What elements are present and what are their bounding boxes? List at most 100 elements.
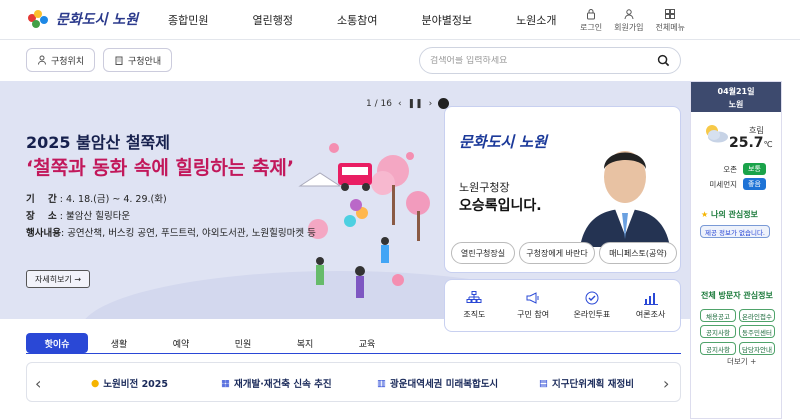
cloudy-weather-icon xyxy=(706,125,728,143)
signup-button[interactable]: 회원가입 xyxy=(614,8,644,33)
mayor-photo xyxy=(570,117,680,247)
site-header: 문화도시 노원 종합민원 열린행정 소통참여 분야별정보 노원소개 로그인 회원… xyxy=(0,0,800,40)
hero-pager: 1 / 16 ‹ ❚❚ › xyxy=(366,98,450,109)
search-input[interactable] xyxy=(430,55,657,66)
issue-redevelopment-label: 재개발·재건축 신속 추진 xyxy=(233,379,332,390)
tab-welfare[interactable]: 복지 xyxy=(274,333,336,353)
quick-participation-label: 구민 참여 xyxy=(517,310,550,319)
date-header: 04월21일 노원 xyxy=(691,82,781,112)
carousel-prev-icon[interactable]: ‹ xyxy=(35,374,41,393)
issue-kwangwoon[interactable]: ▥ 광운대역세권 미래복합도시 xyxy=(377,376,499,391)
mayor-card: 문화도시 노원 노원구청장 오승록입니다. 열린구청장실 구청장에게 바란다 매… xyxy=(444,106,681,273)
site-logo[interactable]: 문화도시 노원 xyxy=(26,8,138,30)
issue-district-label: 지구단위계획 재정비 xyxy=(551,379,634,390)
hero-more-button[interactable]: 자세히보기 → xyxy=(26,270,91,288)
tag-notice-2[interactable]: 공지사항 xyxy=(700,342,736,355)
nav-civil-service[interactable]: 종합민원 xyxy=(168,12,208,28)
dust-badge: 좋음 xyxy=(743,178,766,190)
quick-vote-label: 온라인투표 xyxy=(573,310,611,319)
events-value: : 공연산책, 버스킹 공연, 푸드트럭, 야외도서관, 노원힐링마켓 등 xyxy=(60,228,316,239)
quick-org-chart[interactable]: 조직도 xyxy=(445,280,504,331)
tag-community-center[interactable]: 동주민센터 xyxy=(739,325,775,338)
tag-jobs[interactable]: 채용공고 xyxy=(700,309,736,322)
tag-online-apply[interactable]: 온라인접수 xyxy=(739,309,775,322)
logo-mark-icon xyxy=(26,8,52,30)
place-label: 장 소 xyxy=(26,211,57,222)
temperature-value: 25.7 xyxy=(729,135,764,151)
ozone-badge: 보통 xyxy=(743,163,766,175)
more-link[interactable]: 더보기 + xyxy=(727,356,756,367)
location-label: 구청위치 xyxy=(51,56,85,67)
buildings-icon: ▦ xyxy=(221,377,230,389)
guide-label: 구청안내 xyxy=(128,56,162,67)
mayor-name: 오승록입니다. xyxy=(459,198,542,214)
signup-label: 회원가입 xyxy=(614,23,644,32)
quick-survey-label: 여론조사 xyxy=(635,310,666,319)
city-icon: ▥ xyxy=(377,377,386,389)
hero-subtitle: ‘철쭉과 동화 속에 힐링하는 축제’ xyxy=(26,157,295,179)
mayor-card-logo: 문화도시 노원 xyxy=(459,133,548,151)
map-icon: ▤ xyxy=(539,377,548,389)
tab-hot-issue[interactable]: 핫이슈 xyxy=(26,333,88,353)
search-icon[interactable] xyxy=(657,54,670,67)
issue-carousel: ‹ ● 노원비전 2025 ▦ 재개발·재건축 신속 추진 ▥ 광운대역세권 미… xyxy=(26,362,681,402)
quick-vote[interactable]: 온라인투표 xyxy=(563,280,622,331)
ozone-label: 오존 xyxy=(723,164,737,174)
pause-icon[interactable]: ❚❚ xyxy=(408,99,423,109)
visitor-interest-title: 전체 방문자 관심정보 xyxy=(701,291,773,300)
person-icon xyxy=(38,55,46,65)
issue-vision-2025[interactable]: ● 노원비전 2025 xyxy=(91,376,169,391)
place-value: : 불암산 힐링타운 xyxy=(59,211,131,222)
temperature-unit: ℃ xyxy=(763,140,773,149)
main-nav: 종합민원 열린행정 소통참여 분야별정보 노원소개 xyxy=(168,12,601,28)
issue-kwangwoon-label: 광운대역세권 미래복합도시 xyxy=(389,379,499,390)
open-mayor-office-button[interactable]: 열린구청장실 xyxy=(451,242,515,264)
tag-notice-1[interactable]: 공지사항 xyxy=(700,325,736,338)
quick-org-label: 조직도 xyxy=(463,310,486,319)
period-label: 기 간 xyxy=(26,194,57,205)
my-interest-title: ★ 나의 관심정보 xyxy=(701,209,758,220)
tab-life[interactable]: 생활 xyxy=(88,333,150,353)
tab-civil[interactable]: 민원 xyxy=(212,333,274,353)
tab-reservation[interactable]: 예약 xyxy=(150,333,212,353)
quick-participation[interactable]: 구민 참여 xyxy=(504,280,563,331)
next-arrow-icon[interactable]: › xyxy=(429,99,433,109)
my-interest-title-text: 나의 관심정보 xyxy=(710,210,758,219)
hero-title: 2025 불암산 철쭉제 xyxy=(26,133,170,152)
megaphone-icon xyxy=(526,292,539,304)
region-text: 노원 xyxy=(728,100,744,109)
carousel-next-icon[interactable]: › xyxy=(663,374,669,393)
nav-about[interactable]: 노원소개 xyxy=(516,12,556,28)
nav-field-info[interactable]: 분야별정보 xyxy=(421,12,472,28)
manifesto-button[interactable]: 매니페스토(공약) xyxy=(599,242,677,264)
nav-open-admin[interactable]: 열린행정 xyxy=(252,12,292,28)
user-icon xyxy=(624,9,634,20)
logo-text: 문화도시 노원 xyxy=(56,12,139,28)
building-icon xyxy=(115,56,123,65)
prev-arrow-icon[interactable]: ‹ xyxy=(398,99,402,109)
util-menu: 로그인 회원가입 전체메뉴 xyxy=(580,8,685,33)
nav-participation[interactable]: 소통참여 xyxy=(337,12,377,28)
issue-redevelopment[interactable]: ▦ 재개발·재건축 신속 추진 xyxy=(221,376,332,391)
issue-district-plan[interactable]: ▤ 지구단위계획 재정비 xyxy=(539,376,634,391)
bar-chart-icon xyxy=(643,293,658,305)
location-button[interactable]: 구청위치 xyxy=(26,48,96,72)
issue-vision-label: 노원비전 2025 xyxy=(103,379,169,390)
date-text: 04월21일 xyxy=(717,87,755,96)
tab-education[interactable]: 교육 xyxy=(336,333,398,353)
ozone-row: 오존 보통 xyxy=(703,163,766,175)
all-menu-label: 전체메뉴 xyxy=(655,23,685,32)
period-value: : 4. 18.(금) ~ 4. 29.(화) xyxy=(59,194,167,205)
tag-staff-guide[interactable]: 담당자안내 xyxy=(739,342,775,355)
star-icon: ★ xyxy=(701,210,709,219)
login-button[interactable]: 로그인 xyxy=(580,8,602,33)
sub-bar: 구청위치 구청안내 xyxy=(0,41,800,81)
quick-survey[interactable]: 여론조사 xyxy=(621,280,680,331)
petition-mayor-button[interactable]: 구청장에게 바란다 xyxy=(519,242,595,264)
all-menu-button[interactable]: 전체메뉴 xyxy=(656,8,685,33)
guide-button[interactable]: 구청안내 xyxy=(103,48,173,72)
search-box xyxy=(419,47,681,74)
login-label: 로그인 xyxy=(580,23,603,32)
hero-page-count: 1 / 16 xyxy=(366,98,392,109)
lightbulb-icon: ● xyxy=(91,377,100,389)
